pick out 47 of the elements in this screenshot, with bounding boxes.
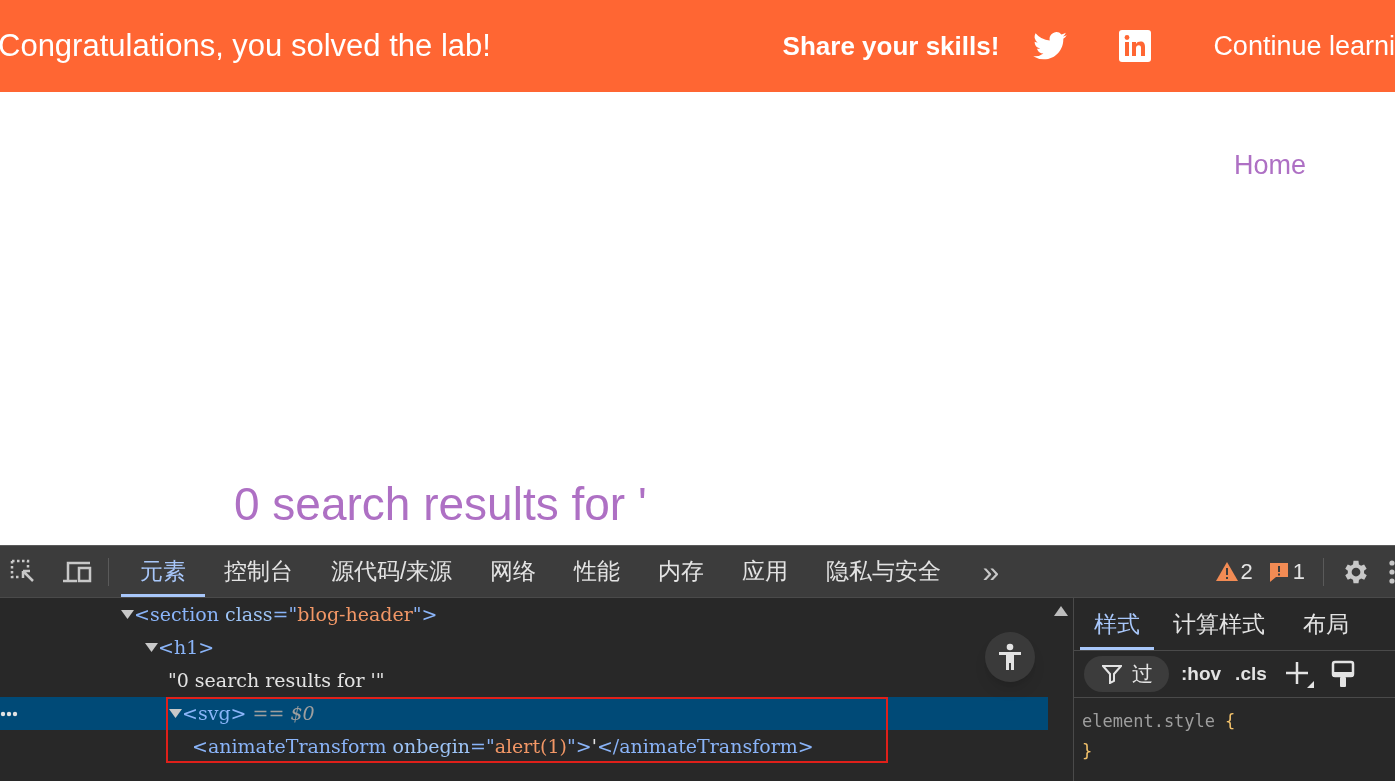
styles-tab[interactable]: 计算样式 (1154, 598, 1284, 650)
paint-roller-icon[interactable] (1330, 660, 1355, 688)
linkedin-icon[interactable] (1119, 30, 1152, 62)
code-line: <h1> (158, 635, 215, 661)
accessibility-button[interactable] (985, 632, 1035, 682)
styles-tab[interactable]: 布局 (1284, 598, 1368, 650)
filter-placeholder: 过 (1132, 661, 1153, 688)
devtools-tab[interactable]: 应用 (723, 546, 808, 597)
selected-row[interactable]: <svg> == $0 (0, 697, 1048, 730)
banner-message: Congratulations, you solved the lab! (0, 26, 491, 65)
expand-triangle-icon[interactable] (169, 709, 182, 718)
code-line: "0 search results for '" (168, 668, 385, 694)
code-line: <animateTransform onbegin="alert(1)">'</animateTransform> (192, 734, 814, 760)
code-line: <svg> == $0 (182, 701, 315, 727)
device-icon[interactable] (61, 559, 93, 584)
devtools-tab[interactable]: 内存 (639, 546, 724, 597)
warning-icon[interactable] (1214, 561, 1239, 582)
devtools-tab[interactable]: 性能 (555, 546, 640, 597)
hov-button[interactable]: :hov (1181, 659, 1222, 689)
kebab-menu-icon[interactable] (1389, 558, 1395, 585)
accessibility-icon (997, 643, 1023, 671)
scroll-up-icon[interactable] (1053, 606, 1068, 616)
devtools-tab[interactable]: 源代码/来源 (312, 546, 472, 597)
nav-link[interactable]: Home (1233, 145, 1306, 186)
error-count[interactable]: 1 (1292, 555, 1305, 588)
bird-icon[interactable] (1033, 32, 1068, 60)
error-icon[interactable] (1267, 560, 1290, 583)
more-tabs-button[interactable]: » (982, 556, 1000, 587)
cls-button[interactable]: .cls (1235, 659, 1267, 689)
plus-icon[interactable] (1284, 660, 1315, 688)
share-label: Share your skills! (782, 29, 1000, 63)
filter-icon (1102, 664, 1122, 684)
code-line: <section class="blog-header"> (134, 602, 438, 628)
rule-selector: element.style (1082, 710, 1216, 733)
devtools-tab[interactable]: 元素 (121, 546, 205, 597)
filter-field[interactable]: 过 (1084, 656, 1169, 692)
rule-brace: { (1225, 710, 1236, 733)
expand-triangle-icon[interactable] (145, 643, 158, 652)
devtools-tab[interactable]: 网络 (471, 546, 556, 597)
devtools-tab[interactable]: 控制台 (205, 546, 312, 597)
devtools-tab[interactable]: 隐私与安全 (807, 546, 961, 597)
rule-brace: } (1082, 740, 1093, 763)
page-heading: 0 search results for ' (234, 477, 647, 532)
expand-triangle-icon[interactable] (121, 610, 134, 619)
more-icon[interactable] (0, 710, 18, 717)
warning-count[interactable]: 2 (1240, 555, 1253, 588)
styles-tab[interactable]: 样式 (1080, 598, 1154, 650)
